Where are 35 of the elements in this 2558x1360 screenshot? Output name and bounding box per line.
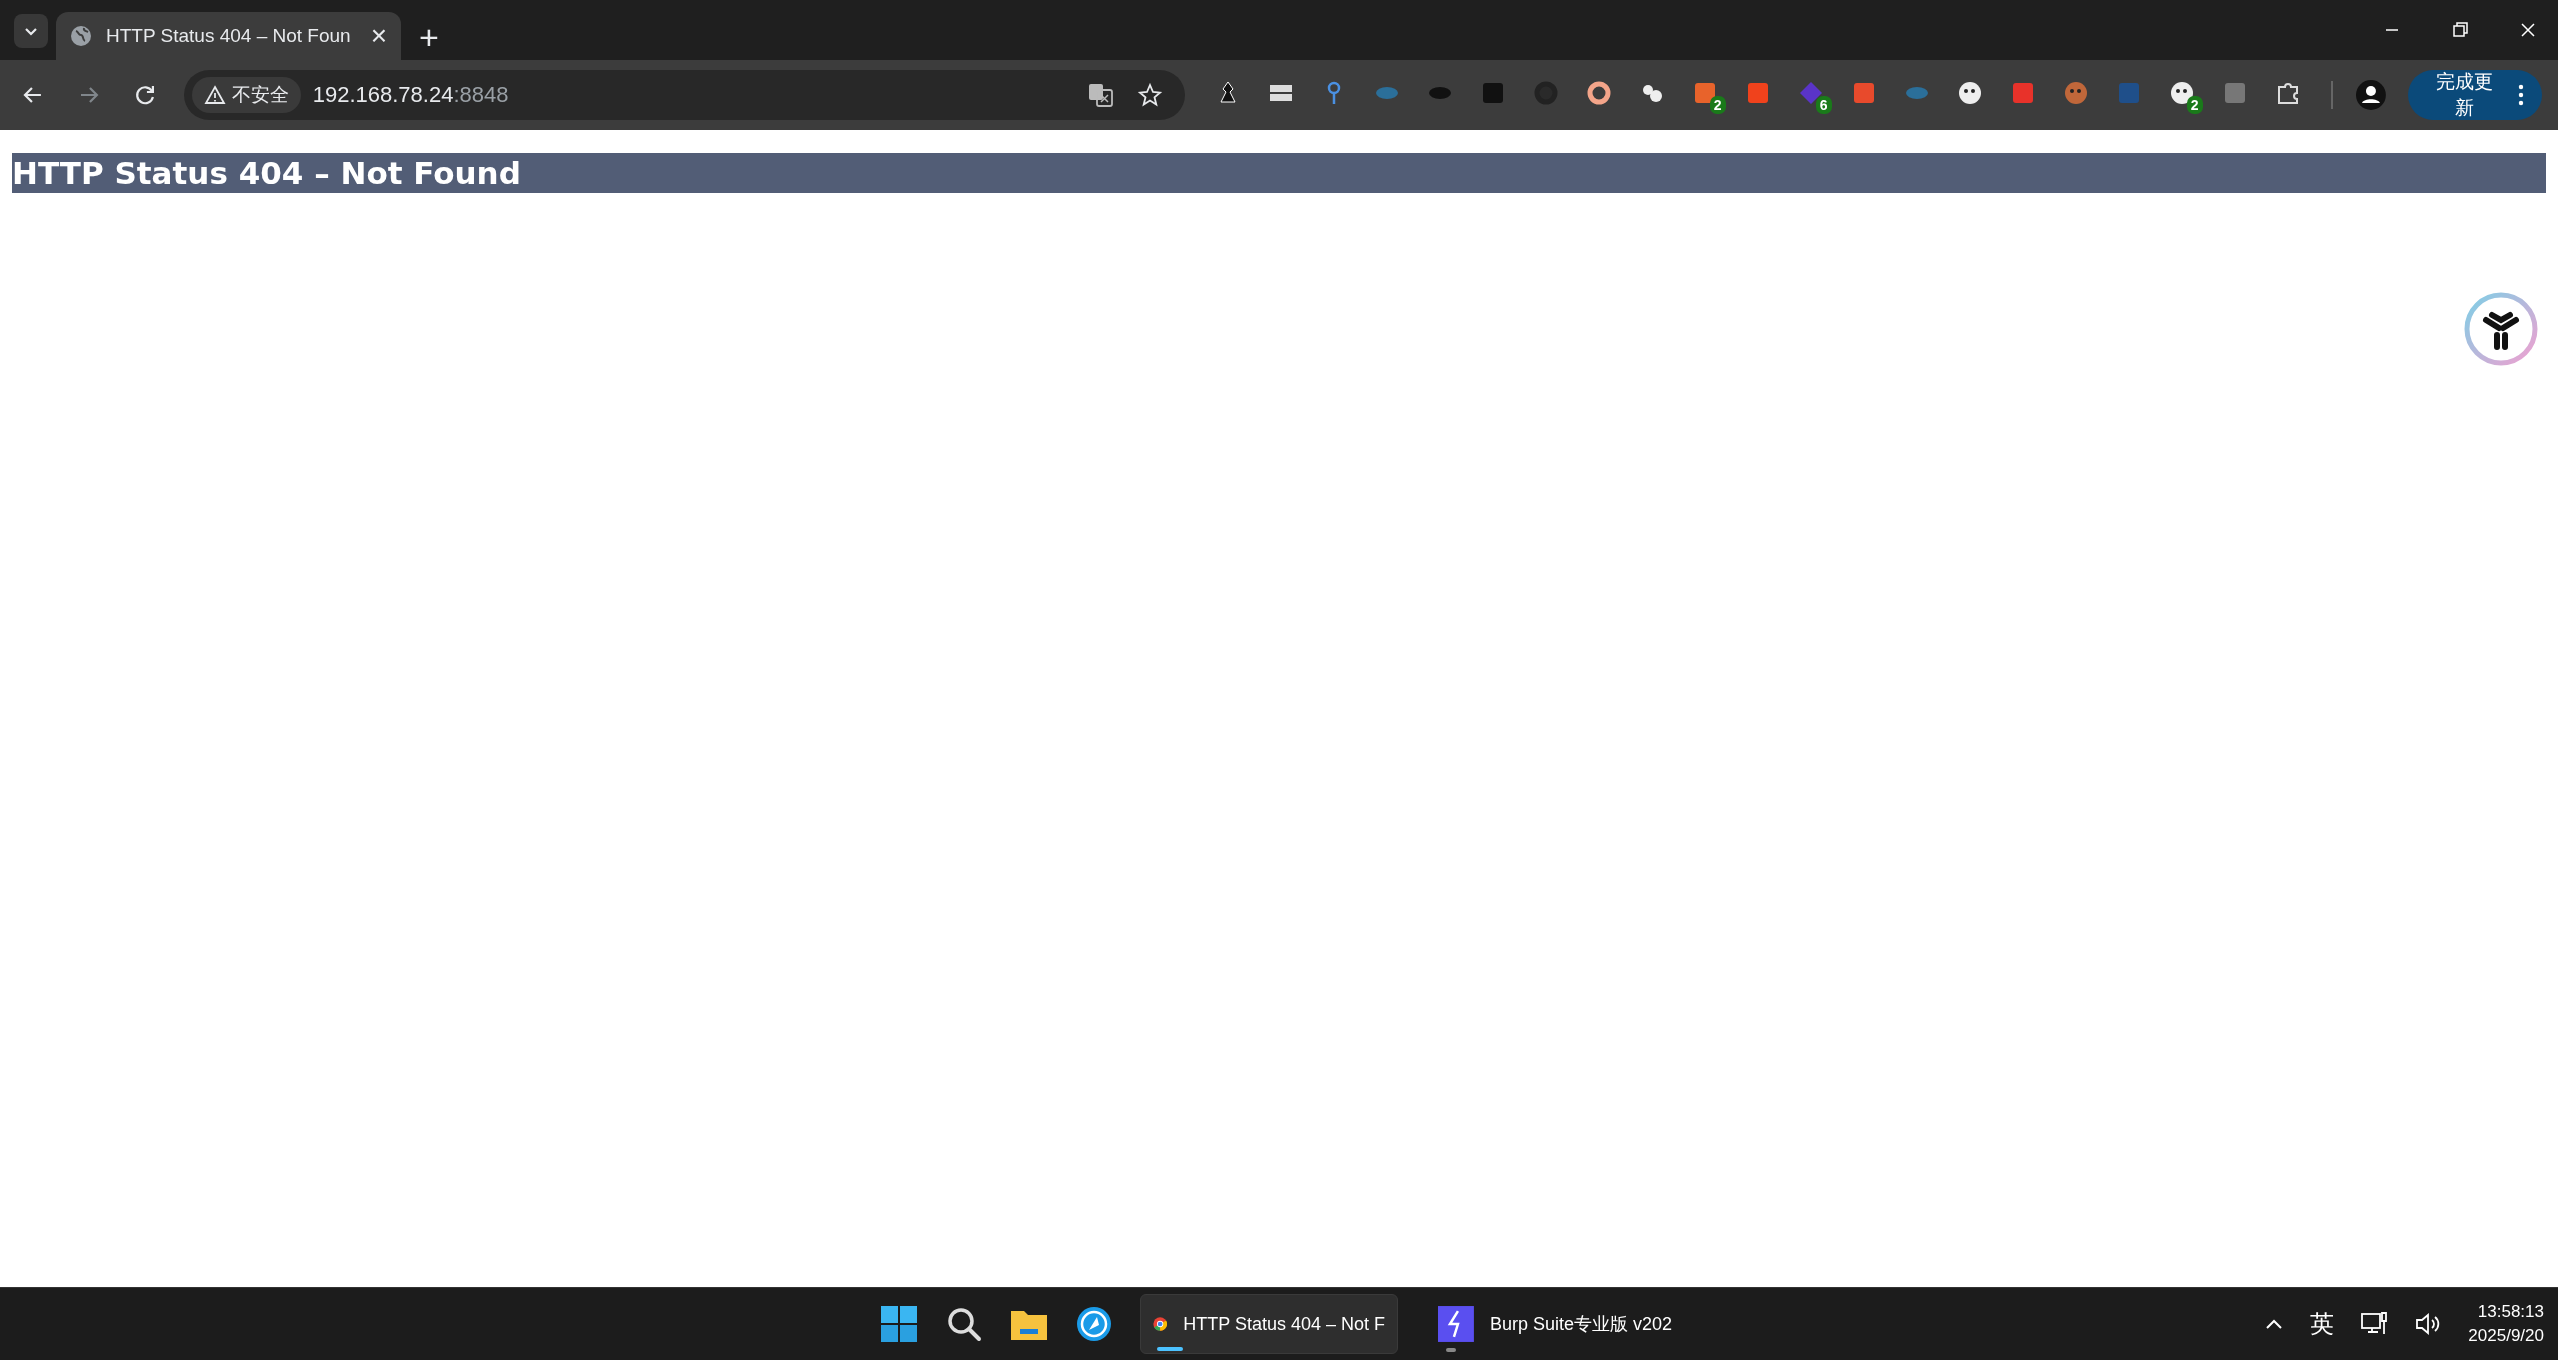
- ring-icon: [1532, 80, 1559, 106]
- extension-button[interactable]: 2: [1691, 76, 1726, 114]
- translate-icon[interactable]: [1086, 82, 1115, 108]
- extension-button[interactable]: 2: [2168, 76, 2203, 114]
- taskbar-app[interactable]: HTTP Status 404 – Not F: [1140, 1294, 1398, 1354]
- taskbar-app[interactable]: Burp Suite专业版 v202: [1426, 1294, 1684, 1354]
- url-text: 192.168.78.24:8848: [312, 82, 509, 108]
- profile-avatar-icon[interactable]: [2354, 79, 2387, 111]
- clock-time[interactable]: 13:58:13: [2477, 1300, 2544, 1324]
- browser-tab[interactable]: HTTP Status 404 – Not Foun ×: [56, 12, 401, 60]
- floating-assistant-icon[interactable]: [2464, 292, 2538, 366]
- clock-date[interactable]: 2025/9/20: [2468, 1324, 2544, 1348]
- extension-badge: 6: [1815, 96, 1832, 114]
- extension-button[interactable]: 6: [1797, 76, 1832, 114]
- tab-title: HTTP Status 404 – Not Foun: [106, 25, 352, 47]
- bookmark-star-icon[interactable]: [1136, 82, 1163, 108]
- extension-badge: 2: [2186, 96, 2203, 114]
- new-tab-button[interactable]: +: [409, 20, 449, 54]
- more-options-icon: [2518, 84, 2524, 106]
- update-button[interactable]: 完成更新: [2408, 70, 2542, 120]
- ring-icon: [1585, 80, 1612, 106]
- input-language-indicator[interactable]: 英: [2310, 1308, 2335, 1340]
- tab-search-button[interactable]: [14, 14, 48, 48]
- security-label: 不安全: [231, 83, 289, 107]
- restore-icon[interactable]: [2450, 20, 2470, 40]
- search-icon[interactable]: [946, 1306, 982, 1342]
- extension-badge: 2: [1709, 96, 1726, 114]
- tab-close-button[interactable]: ×: [370, 22, 387, 50]
- error-heading: HTTP Status 404 – Not Found: [12, 153, 2546, 193]
- start-windows-icon[interactable]: [880, 1305, 918, 1343]
- globe-icon: [70, 25, 92, 47]
- warning-icon: [203, 85, 226, 105]
- security-chip[interactable]: 不安全: [191, 77, 301, 113]
- lightning-bolt-icon: [1438, 1306, 1474, 1342]
- address-bar[interactable]: 不安全 192.168.78.24:8848: [183, 70, 1185, 120]
